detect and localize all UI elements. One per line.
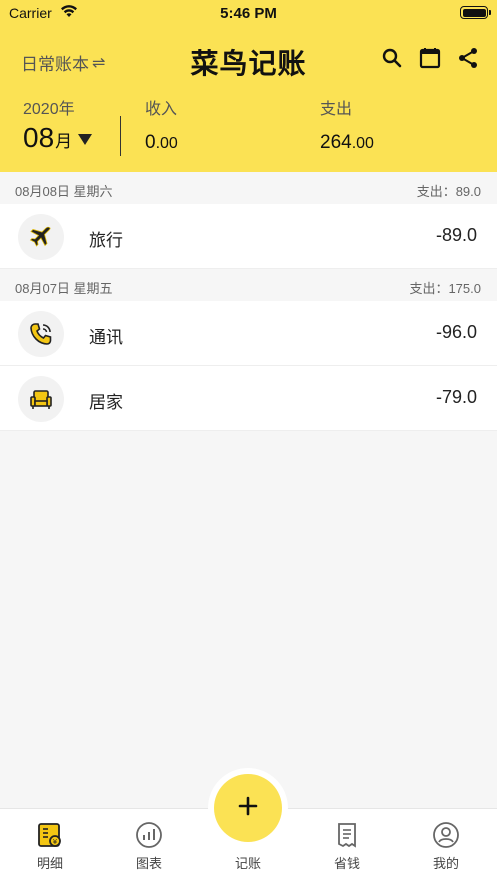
profile-icon (432, 821, 460, 849)
day-header: 08月08日 星期六 支出：89.0 (0, 172, 497, 204)
expense-label: 支出 (320, 101, 353, 118)
battery-icon (460, 6, 491, 19)
day-date: 08月07日 星期五 (15, 281, 113, 296)
day-total: 支出：89.0 (416, 184, 481, 199)
tab-label: 我的 (432, 856, 459, 871)
airplane-icon (18, 214, 64, 260)
status-bar: Carrier 5:46 PM (0, 0, 497, 26)
income-value: 0.00 (145, 132, 178, 154)
phone-icon (18, 311, 64, 357)
day-date: 08月08日 星期六 (15, 184, 113, 199)
svg-text:¥: ¥ (53, 838, 58, 846)
month-unit: 月 (55, 132, 73, 151)
ledger-icon: ¥ (36, 821, 64, 849)
tab-label: 记账 (234, 856, 261, 871)
chart-icon (135, 821, 163, 849)
income-integer: 0 (145, 132, 156, 153)
caret-down-icon (78, 133, 93, 145)
share-icon[interactable] (456, 46, 480, 70)
clock: 5:46 PM (220, 5, 277, 22)
search-icon[interactable] (380, 46, 404, 70)
plus-icon (237, 795, 259, 822)
expense-integer: 264 (320, 132, 352, 153)
record-amount: -96.0 (435, 322, 477, 342)
expense-value: 264.00 (320, 132, 374, 154)
day-header: 08月07日 星期五 支出：175.0 (0, 269, 497, 301)
day-total: 支出：175.0 (409, 281, 481, 296)
expense-decimal: .00 (351, 135, 374, 152)
header: Carrier 5:46 PM 日常账本 ⇌ 菜鸟记账 2020年 08 月 收… (0, 0, 497, 172)
month-picker[interactable]: 08 月 (23, 122, 93, 154)
record-category: 旅行 (89, 231, 123, 250)
record-amount: -89.0 (435, 225, 477, 245)
tab-profile[interactable]: 我的 (406, 821, 486, 872)
tab-label: 明细 (36, 856, 63, 871)
tab-details[interactable]: ¥ 明细 (10, 821, 90, 872)
month-value: 08 (23, 122, 55, 153)
income-label: 收入 (145, 101, 178, 118)
record-row[interactable]: 通讯 -96.0 (0, 301, 497, 366)
add-record-button[interactable] (214, 774, 282, 842)
calendar-icon[interactable] (418, 46, 442, 70)
tab-label: 图表 (135, 856, 162, 871)
record-category: 居家 (89, 393, 123, 412)
year-label: 2020年 (23, 101, 75, 118)
record-amount: -79.0 (435, 387, 477, 407)
receipt-icon (333, 821, 361, 849)
record-category: 通讯 (89, 328, 123, 347)
armchair-icon (18, 376, 64, 422)
income-decimal: .00 (155, 135, 178, 152)
record-row[interactable]: 居家 -79.0 (0, 366, 497, 431)
tab-label: 省钱 (333, 856, 360, 871)
summary-divider (120, 116, 121, 156)
tab-charts[interactable]: 图表 (109, 821, 189, 872)
tab-savings[interactable]: 省钱 (307, 821, 387, 872)
record-row[interactable]: 旅行 -89.0 (0, 204, 497, 269)
